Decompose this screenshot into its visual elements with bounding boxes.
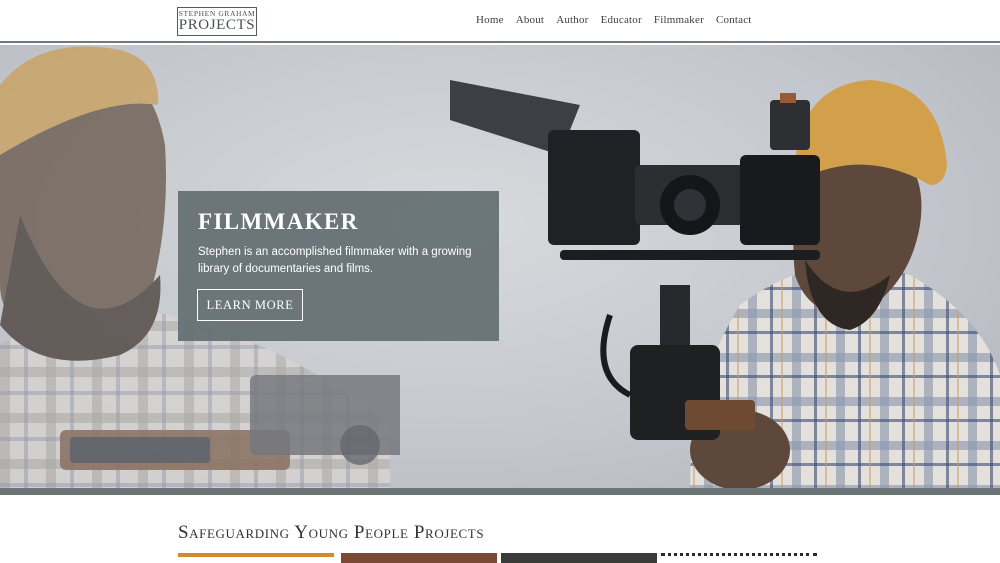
hero-filmmaker-photo — [450, 80, 1000, 488]
site-header: STEPHEN GRAHAM PROJECTS Home About Autho… — [0, 0, 1000, 43]
learn-more-button[interactable]: Learn more — [197, 289, 303, 321]
nav-about-link[interactable]: About — [516, 14, 545, 26]
hero-card: Filmmaker Stephen is an accomplished fil… — [178, 191, 499, 341]
hero-bottom-bar — [0, 488, 1000, 495]
project-thumbnails — [178, 553, 818, 563]
site-logo[interactable]: STEPHEN GRAHAM PROJECTS — [177, 7, 257, 36]
project-thumbnail[interactable] — [178, 553, 334, 563]
nav-home-link[interactable]: Home — [476, 14, 504, 26]
nav-filmmaker-link[interactable]: Filmmaker — [654, 14, 704, 26]
main-nav: Home About Author Educator Filmmaker Con… — [470, 14, 758, 26]
logo-projects: PROJECTS — [178, 17, 256, 33]
section-title: Safeguarding Young People Projects — [178, 522, 485, 543]
hero-banner: Filmmaker Stephen is an accomplished fil… — [0, 45, 1000, 488]
hero-description: Stephen is an accomplished filmmaker wit… — [198, 246, 472, 275]
nav-author-link[interactable]: Author — [556, 14, 588, 26]
hero-title: Filmmaker — [198, 209, 359, 234]
nav-educator-link[interactable]: Educator — [601, 14, 642, 26]
nav-contact-link[interactable]: Contact — [716, 14, 752, 26]
project-thumbnail[interactable] — [661, 553, 817, 563]
project-thumbnail[interactable] — [341, 553, 497, 563]
project-thumbnail[interactable] — [501, 553, 657, 563]
